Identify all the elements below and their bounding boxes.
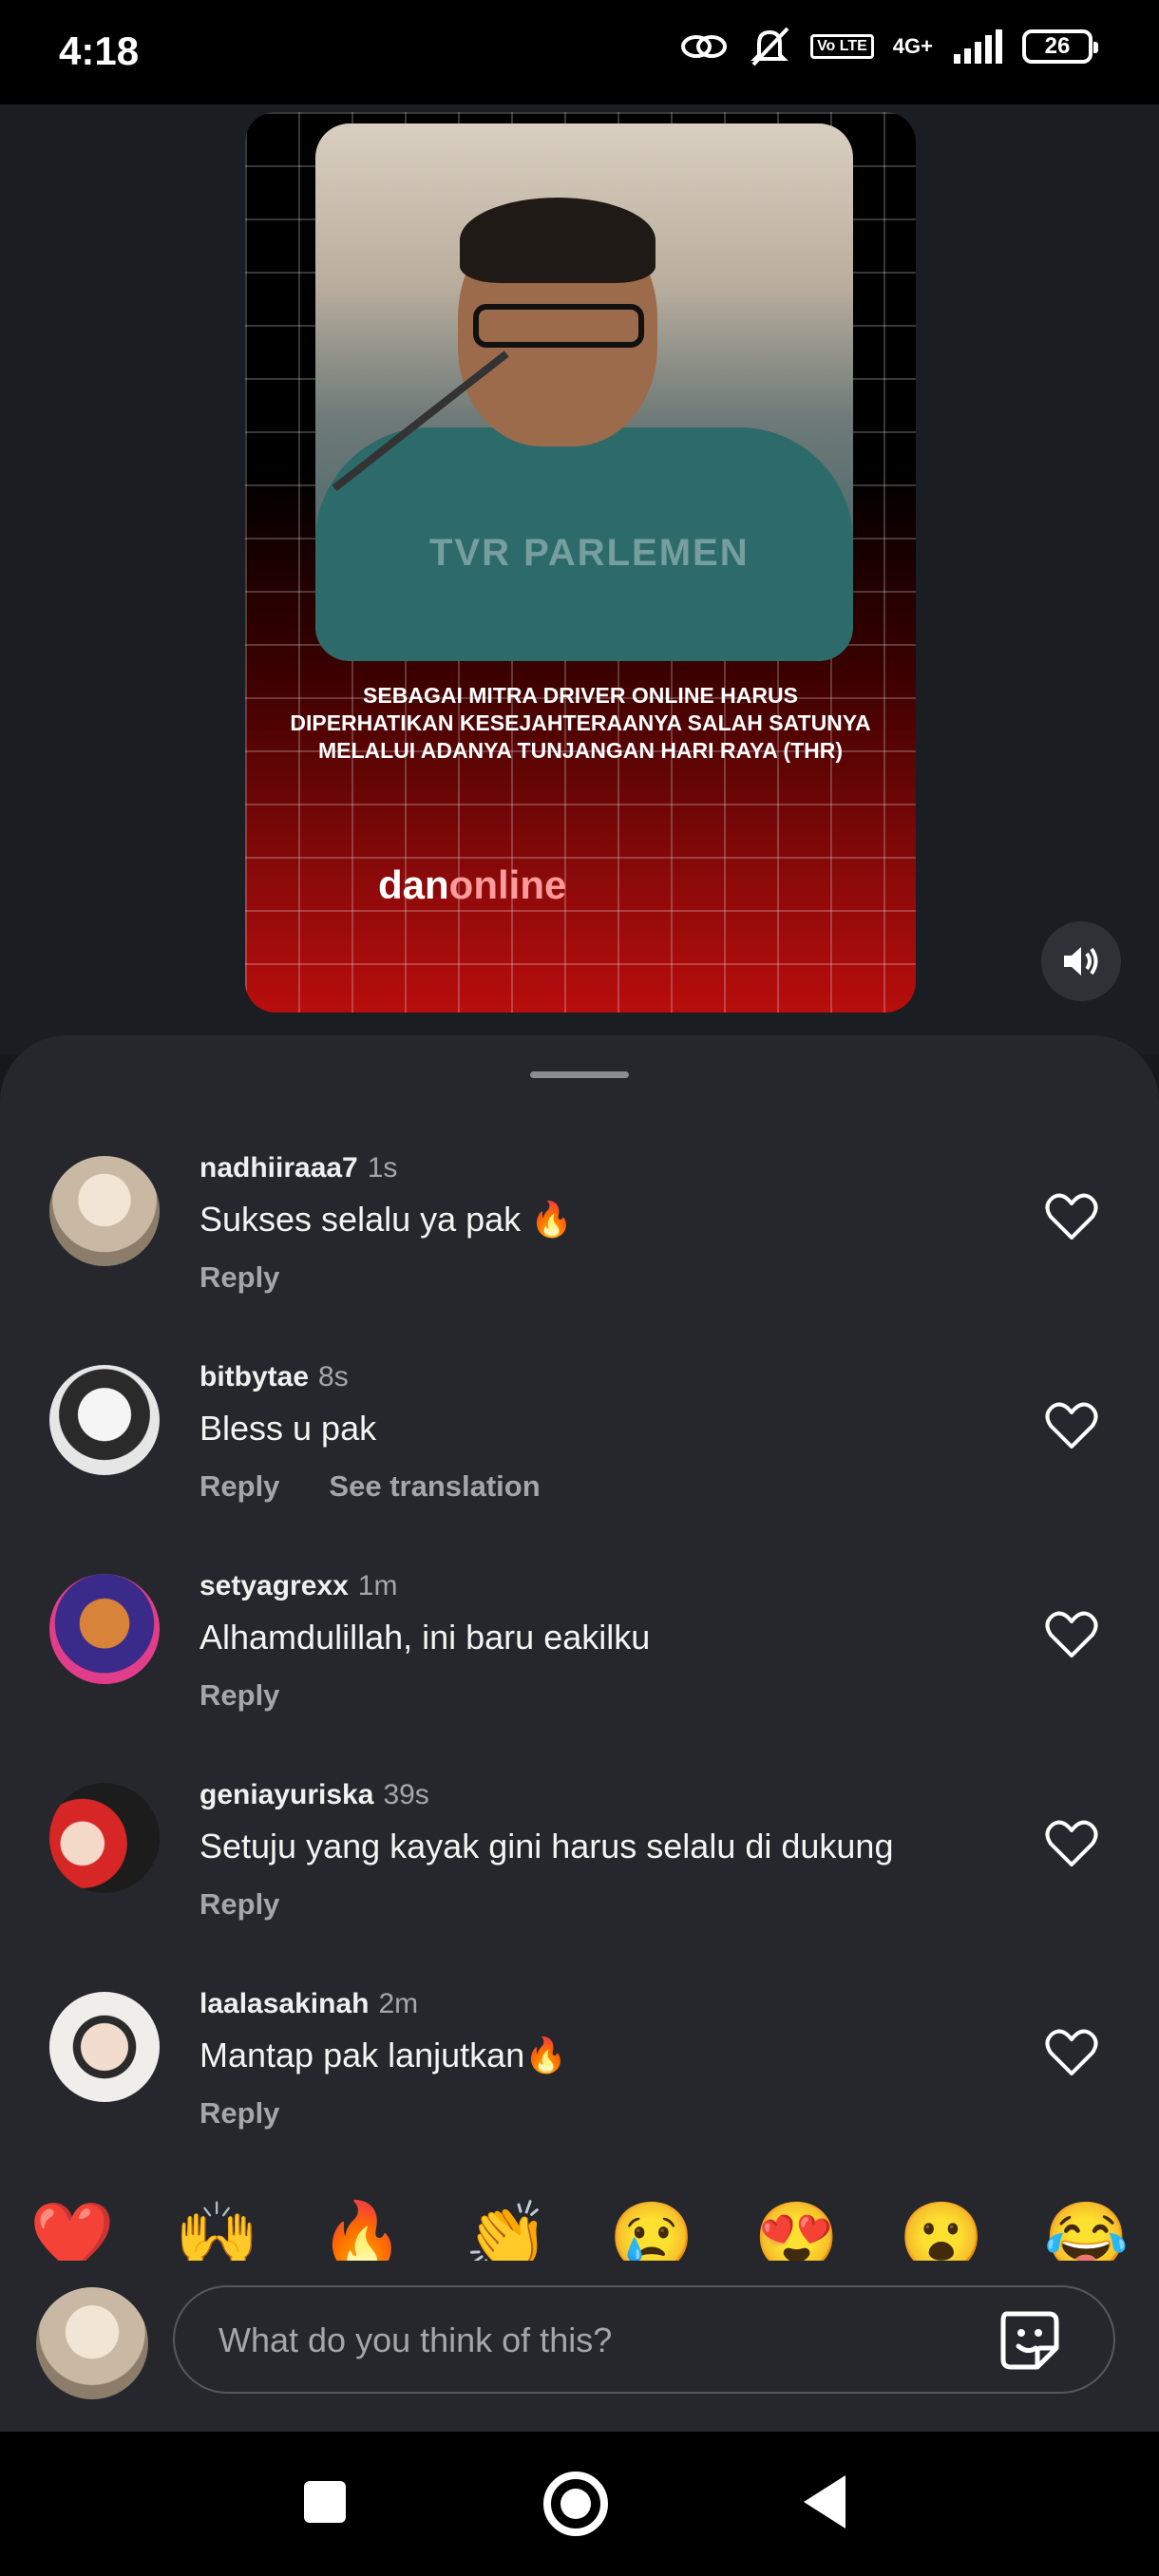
sticker-icon[interactable] (996, 2306, 1064, 2375)
comment-actions: Reply (200, 1678, 279, 1713)
back-button[interactable] (804, 2475, 846, 2529)
mute-bell-icon (750, 27, 789, 66)
username-text[interactable]: nadhiiraaa7 (200, 1152, 358, 1184)
comment-text: Setuju yang kayak gini harus selalu di d… (200, 1827, 894, 1866)
comment-actions: Reply (200, 1260, 279, 1295)
video-photo: TVR PARLEMEN (315, 123, 853, 661)
comment-time: 1m (357, 1570, 398, 1601)
reply-button[interactable]: Reply (200, 2096, 279, 2131)
see-translation-button[interactable]: See translation (329, 1469, 540, 1504)
comment-text: Bless u pak (200, 1409, 377, 1448)
video-figure-hair (460, 198, 656, 283)
volume-button[interactable] (1041, 921, 1121, 1001)
comment-time: 39s (383, 1779, 429, 1810)
system-nav-bar (0, 2432, 1159, 2576)
video-figure-glasses (473, 304, 644, 348)
avatar[interactable] (49, 1156, 160, 1266)
heart-icon[interactable] (1045, 2028, 1098, 2077)
avatar[interactable] (49, 1992, 160, 2102)
status-bar: 4:18 Vo LTE 4G+ 26 (0, 0, 1159, 104)
speaker-icon (1064, 947, 1098, 975)
battery-level: 26 (1044, 33, 1071, 59)
comment-item: nadhiiraaa7 1s Sukses selalu ya pak 🔥 Rep… (0, 1152, 1159, 1346)
comment-actions: Reply See translation (200, 1469, 541, 1504)
comment-input-wrapper (173, 2285, 1115, 2394)
username-text[interactable]: bitbytae (200, 1361, 309, 1392)
signal-icon (954, 29, 1002, 64)
brand-logo: danonline (378, 862, 566, 908)
status-icons: Vo LTE 4G+ 26 (679, 27, 1098, 66)
heart-icon[interactable] (1045, 1401, 1098, 1450)
heart-icon[interactable] (1045, 1610, 1098, 1659)
heart-icon[interactable] (1045, 1819, 1098, 1868)
volte-icon: Vo LTE (810, 34, 874, 59)
comment-actions: Reply (200, 1887, 279, 1922)
comment-item: laalasakinah 2m Mantap pak lanjutkan🔥 Rep… (0, 1988, 1159, 2182)
comment-actions: Reply (200, 2096, 279, 2131)
recents-button[interactable] (304, 2481, 346, 2523)
comment-username[interactable]: bitbytae 8s (200, 1361, 349, 1393)
reply-button[interactable]: Reply (200, 1469, 279, 1504)
reply-button[interactable]: Reply (200, 1678, 279, 1713)
status-time: 4:18 (59, 28, 140, 73)
comment-username[interactable]: laalasakinah 2m (200, 1988, 418, 2020)
network-label: 4G+ (892, 34, 933, 58)
brand-part-2: online (448, 862, 567, 907)
avatar[interactable] (49, 1365, 160, 1475)
brand-part-1: dan (378, 862, 449, 907)
video-area: TVR PARLEMEN SEBAGAI MITRA DRIVER ONLINE… (0, 104, 1159, 1054)
comment-time: 1s (367, 1152, 398, 1184)
comment-item: setyagrexx 1m Alhamdulillah, ini baru eak… (0, 1570, 1159, 1764)
heart-icon[interactable] (1045, 1192, 1098, 1241)
reply-button[interactable]: Reply (200, 1260, 279, 1295)
comment-text: Sukses selalu ya pak 🔥 (200, 1200, 574, 1239)
username-text[interactable]: geniayuriska (200, 1779, 373, 1810)
comment-composer-bar (0, 2261, 1159, 2432)
comment-username[interactable]: nadhiiraaa7 1s (200, 1152, 397, 1184)
username-text[interactable]: laalasakinah (200, 1988, 369, 2019)
reply-button[interactable]: Reply (200, 1887, 279, 1922)
comment-text: Mantap pak lanjutkan🔥 (200, 2036, 568, 2074)
comment-text: Alhamdulillah, ini baru eakilku (200, 1618, 651, 1657)
username-text[interactable]: setyagrexx (200, 1570, 349, 1601)
current-user-avatar[interactable] (36, 2287, 148, 2399)
battery-icon: 26 (1022, 29, 1098, 64)
comment-username[interactable]: setyagrexx 1m (200, 1570, 397, 1602)
comment-username[interactable]: geniayuriska 39s (200, 1779, 429, 1811)
avatar[interactable] (49, 1783, 160, 1893)
comment-time: 2m (378, 1988, 419, 2019)
drag-handle[interactable] (530, 1071, 629, 1078)
video-caption: SEBAGAI MITRA DRIVER ONLINE HARUS DIPERH… (290, 683, 871, 763)
comment-item: bitbytae 8s Bless u pak Reply See transla… (0, 1361, 1159, 1555)
video-watermark: TVR PARLEMEN (429, 532, 750, 574)
comment-input[interactable] (217, 2316, 961, 2365)
avatar[interactable] (49, 1574, 160, 1684)
video-player[interactable]: TVR PARLEMEN SEBAGAI MITRA DRIVER ONLINE… (245, 112, 916, 1013)
home-button[interactable] (543, 2472, 608, 2536)
comment-item: geniayuriska 39s Setuju yang kayak gini h… (0, 1779, 1159, 1973)
comment-time: 8s (318, 1361, 349, 1392)
link-icon (681, 35, 728, 58)
